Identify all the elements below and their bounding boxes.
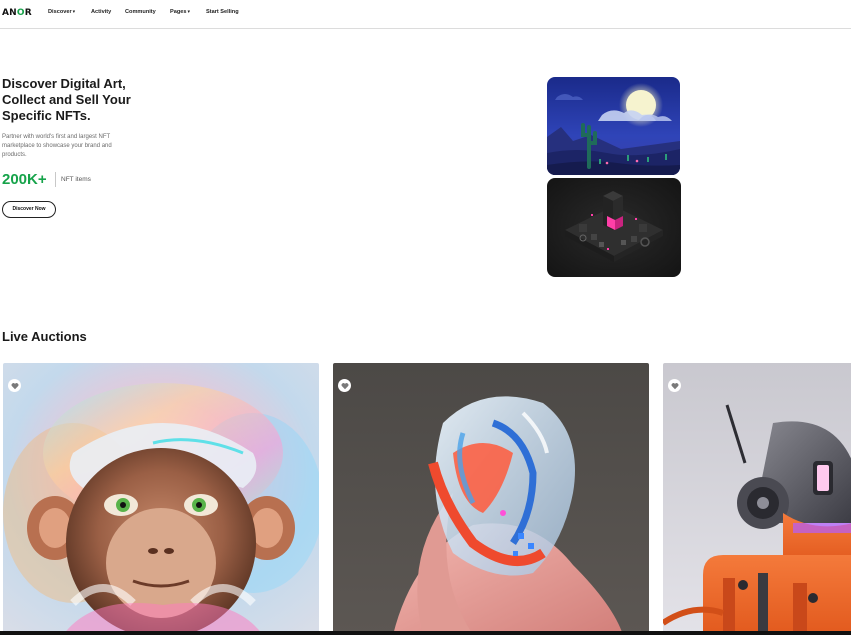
like-button[interactable]: [8, 379, 21, 392]
nav-item-label: Start Selling: [206, 9, 239, 15]
desert-moon-artwork[interactable]: [547, 77, 680, 175]
nav-item-activity[interactable]: Activity: [91, 8, 111, 16]
nav-item-label: Pages: [170, 9, 187, 15]
window-bottom-edge: [0, 631, 851, 635]
logo-text: AN: [2, 8, 17, 18]
desert-moon-image: [547, 77, 680, 175]
nav-item-pages[interactable]: Pages▾: [170, 8, 190, 16]
discover-now-button[interactable]: Discover Now: [2, 201, 56, 218]
holographic-monkey-image: [3, 363, 319, 635]
nav-item-label: Activity: [91, 9, 112, 15]
logo-text-end: R: [24, 8, 32, 18]
top-navbar: ANOR Discover▾ Activity Community Pages▾…: [0, 0, 851, 29]
nav-item-community[interactable]: Community: [125, 8, 156, 16]
like-button[interactable]: [668, 379, 681, 392]
chevron-down-icon: ▾: [72, 9, 76, 15]
nav-item-label: Discover: [48, 9, 72, 15]
nav-item-discover[interactable]: Discover▾: [48, 8, 75, 16]
heart-icon: [341, 382, 348, 389]
auction-card[interactable]: [333, 363, 649, 635]
hero-title: Discover Digital Art, Collect and Sell Y…: [2, 76, 131, 123]
brand-logo[interactable]: ANOR: [2, 8, 32, 18]
chevron-down-icon: ▾: [187, 9, 190, 15]
robot-headset-image: [663, 363, 851, 635]
auction-card[interactable]: [663, 363, 851, 635]
nft-count-value: 200K+: [2, 171, 47, 188]
hero-description: Partner with world's first and largest N…: [2, 134, 112, 158]
nft-count-label: NFT items: [61, 176, 91, 183]
logo-accent-letter: O: [16, 8, 25, 18]
like-button[interactable]: [338, 379, 351, 392]
nav-item-label: Community: [125, 9, 156, 15]
stat-divider: [55, 172, 56, 187]
heart-icon: [671, 382, 678, 389]
live-auctions-title: Live Auctions: [2, 329, 87, 344]
isometric-city-image: [547, 178, 681, 277]
auction-card[interactable]: [3, 363, 319, 635]
isometric-city-artwork[interactable]: [547, 178, 681, 277]
nav-item-start-selling[interactable]: Start Selling: [206, 8, 239, 16]
glass-helmet-figure-image: [333, 363, 649, 635]
heart-icon: [11, 382, 18, 389]
